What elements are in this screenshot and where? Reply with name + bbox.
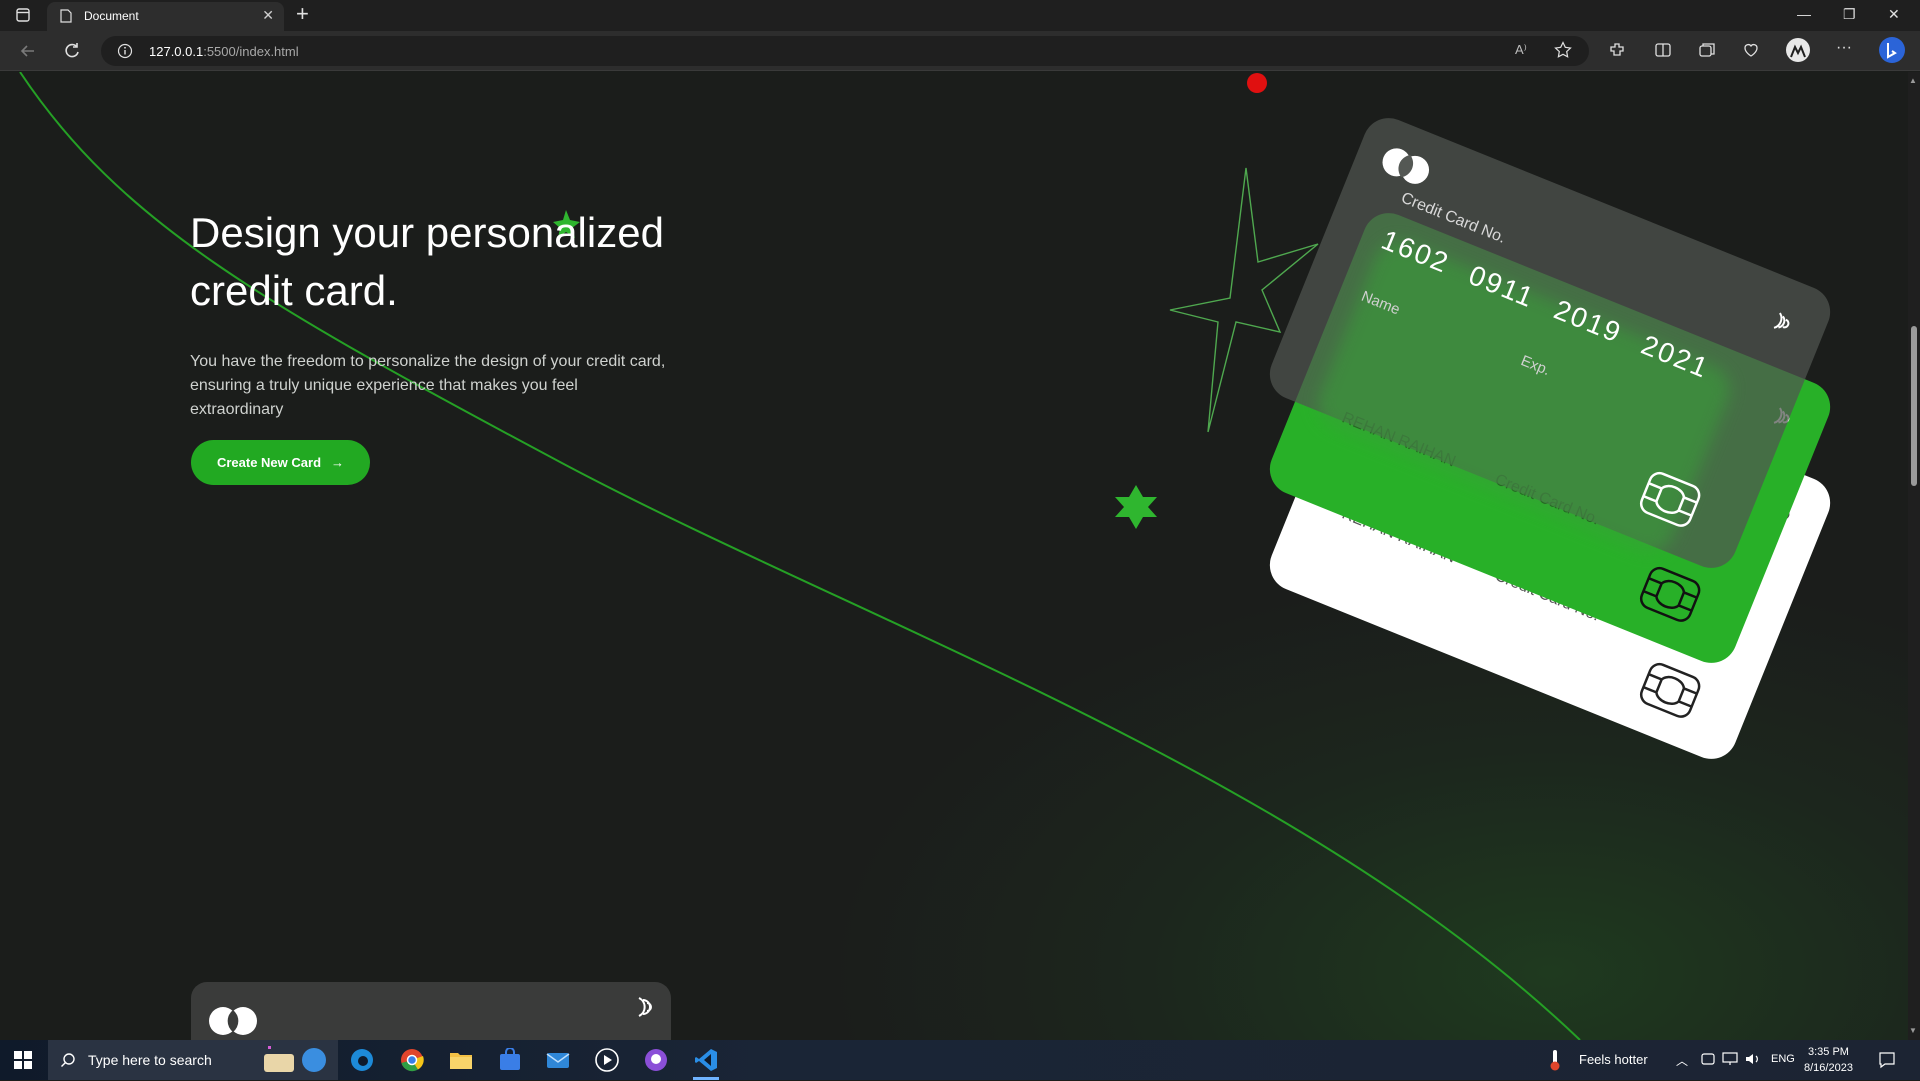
hero-title: Design your personalized credit card. <box>190 209 664 314</box>
browser-navbar: 127.0.0.1:5500/index.html A⁾ ··· <box>0 31 1920 71</box>
taskbar-search-box[interactable]: Type here to search <box>48 1040 338 1080</box>
url-text: 127.0.0.1:5500/index.html <box>149 44 299 59</box>
chevron-up-icon[interactable]: ︿ <box>1676 1052 1688 1069</box>
scroll-down-icon[interactable]: ▼ <box>1909 1026 1917 1035</box>
clock-date: 8/16/2023 <box>1804 1062 1853 1074</box>
weather-text[interactable]: Feels hotter <box>1579 1052 1648 1067</box>
windows-taskbar: Type here to search Feels hotter ︿ ENG 3… <box>0 1040 1920 1080</box>
edge-app-icon[interactable] <box>350 1048 374 1072</box>
scroll-thumb[interactable] <box>1911 326 1917 486</box>
browser-titlebar: Document ✕ + — ❐ ✕ <box>0 0 1920 31</box>
contactless-icon <box>633 994 657 1025</box>
bing-copilot-icon[interactable] <box>1878 36 1906 69</box>
search-highlight-icon <box>258 1044 330 1081</box>
back-icon[interactable] <box>18 41 38 66</box>
new-tab-button[interactable]: + <box>296 3 309 25</box>
notifications-icon[interactable] <box>1878 1051 1896 1072</box>
store-app-icon[interactable] <box>498 1047 522 1072</box>
contactless-icon <box>1765 307 1798 343</box>
star-icon <box>1115 485 1157 529</box>
restore-button[interactable]: ❐ <box>1843 6 1856 23</box>
card-brand-logo <box>205 1004 261 1040</box>
media-player-icon[interactable] <box>595 1048 619 1072</box>
more-menu-icon[interactable]: ··· <box>1836 39 1852 57</box>
read-aloud-icon[interactable]: A⁾ <box>1515 42 1527 58</box>
github-desktop-icon[interactable] <box>644 1048 668 1072</box>
close-tab-icon[interactable]: ✕ <box>262 7 274 24</box>
clock-time: 3:35 PM <box>1807 1046 1849 1058</box>
windows-start-icon[interactable] <box>14 1051 32 1074</box>
card-exp-label: Exp. <box>1518 352 1553 380</box>
card-preview[interactable] <box>191 982 671 1040</box>
minimize-button[interactable]: — <box>1797 6 1811 22</box>
hero-description: You have the freedom to personalize the … <box>190 353 666 418</box>
system-clock[interactable]: 3:35 PM 8/16/2023 <box>1804 1044 1853 1076</box>
address-bar[interactable]: 127.0.0.1:5500/index.html <box>101 36 1589 66</box>
sidebar-toggle-icon[interactable] <box>16 8 30 27</box>
weather-thermometer-icon[interactable] <box>1548 1048 1562 1075</box>
mail-app-icon[interactable] <box>546 1048 570 1072</box>
close-window-button[interactable]: ✕ <box>1888 6 1900 23</box>
create-new-card-button[interactable]: Create New Card → <box>191 440 370 485</box>
file-explorer-icon[interactable] <box>449 1048 473 1072</box>
split-screen-icon[interactable] <box>1654 41 1672 64</box>
meet-now-icon[interactable] <box>1701 1052 1715 1069</box>
network-icon[interactable] <box>1722 1052 1738 1069</box>
page-icon <box>60 9 72 28</box>
url-host: 127.0.0.1 <box>149 44 204 59</box>
scroll-up-icon[interactable]: ▲ <box>1909 76 1917 85</box>
search-placeholder: Type here to search <box>88 1052 212 1068</box>
chip-icon <box>1634 468 1705 536</box>
volume-icon[interactable] <box>1745 1052 1761 1069</box>
url-path: :5500/index.html <box>203 44 299 59</box>
red-dot <box>1247 73 1267 93</box>
arrow-right-icon: → <box>331 455 345 470</box>
chip-icon <box>1634 659 1705 727</box>
vertical-scrollbar[interactable]: ▲ ▼ <box>1908 72 1920 1040</box>
language-indicator[interactable]: ENG <box>1771 1053 1795 1065</box>
profile-avatar[interactable] <box>1785 37 1811 68</box>
collections-icon[interactable] <box>1698 41 1716 64</box>
card-name-label: Name <box>1358 287 1403 319</box>
site-info-icon[interactable] <box>117 43 133 64</box>
favorite-star-icon[interactable] <box>1554 41 1572 64</box>
search-icon <box>60 1052 76 1073</box>
chrome-app-icon[interactable] <box>400 1048 424 1072</box>
browser-essentials-icon[interactable] <box>1742 41 1760 64</box>
cta-label: Create New Card <box>216 455 322 470</box>
refresh-icon[interactable] <box>62 41 82 66</box>
vscode-app-icon[interactable] <box>694 1048 718 1072</box>
page-viewport: Design your personalized credit card. Yo… <box>0 72 1908 1040</box>
chip-icon <box>1634 563 1705 631</box>
extensions-icon[interactable] <box>1608 41 1626 64</box>
tab-title: Document <box>84 9 139 23</box>
tab-document[interactable]: Document ✕ <box>47 2 284 31</box>
